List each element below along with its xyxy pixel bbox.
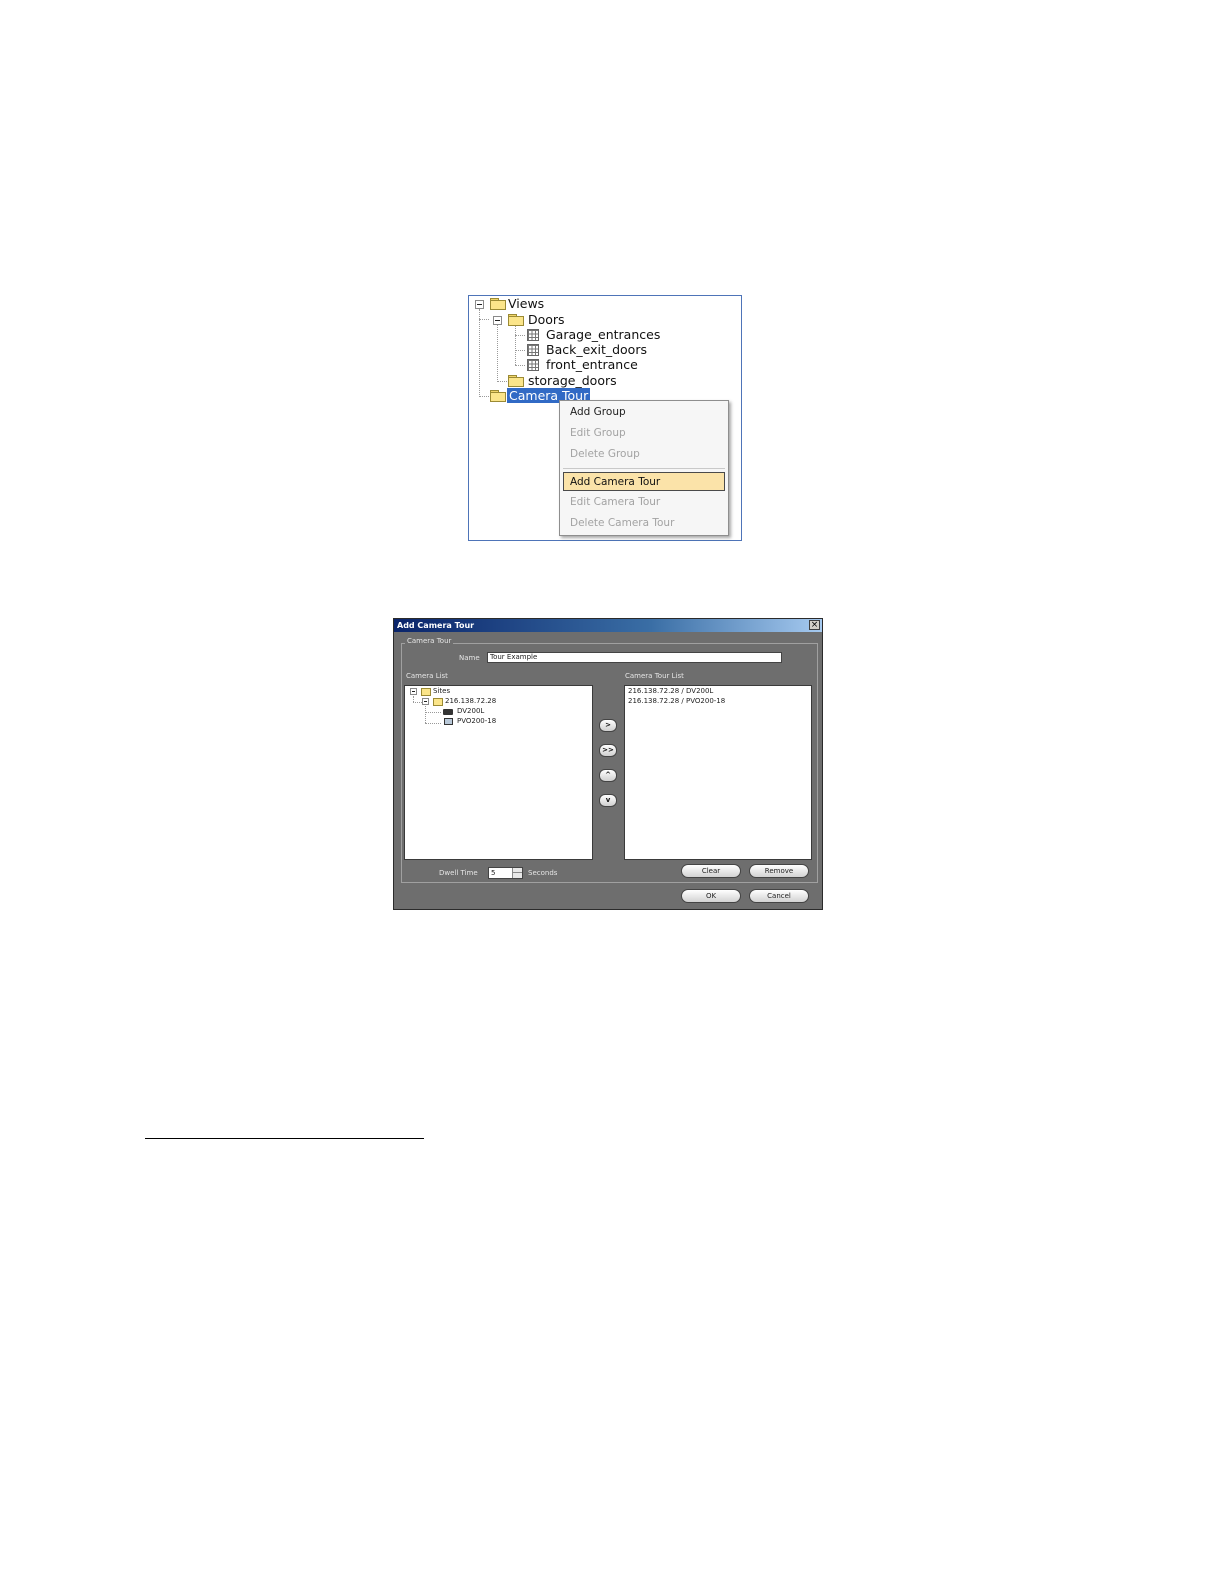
dwell-time-stepper[interactable]: 5 bbox=[488, 867, 523, 879]
tree-node-site[interactable]: 216.138.72.28 bbox=[445, 697, 496, 706]
close-button[interactable]: × bbox=[809, 620, 820, 630]
context-menu: Add Group Edit Group Delete Group Add Ca… bbox=[559, 400, 729, 536]
tree-node-label: storage_doors bbox=[528, 373, 617, 388]
menu-item-label: Add Camera Tour bbox=[570, 476, 661, 488]
collapse-icon[interactable] bbox=[475, 300, 484, 309]
dialog-title: Add Camera Tour bbox=[397, 621, 475, 630]
view-grid-icon bbox=[527, 329, 539, 341]
tree-node-label: Doors bbox=[528, 312, 565, 327]
collapse-icon[interactable] bbox=[410, 688, 417, 695]
camera-list-label: Camera List bbox=[406, 672, 448, 680]
camera-list[interactable]: Sites 216.138.72.28 DV200L PVO200-18 bbox=[404, 685, 593, 860]
tree-node-label: front_entrance bbox=[546, 357, 638, 372]
open-folder-icon bbox=[490, 390, 506, 402]
tree-node-front-entrance[interactable]: front_entrance bbox=[469, 357, 669, 373]
folder-icon bbox=[490, 298, 506, 310]
folder-icon bbox=[433, 698, 443, 706]
folder-icon bbox=[421, 688, 431, 696]
footnote-separator bbox=[145, 1138, 424, 1139]
ok-button[interactable]: OK bbox=[681, 889, 741, 903]
tree-node-camera[interactable]: DV200L bbox=[457, 707, 484, 716]
move-up-button[interactable]: ^ bbox=[599, 769, 617, 782]
camera-tour-list-label: Camera Tour List bbox=[625, 672, 684, 680]
add-all-button[interactable]: >> bbox=[599, 744, 617, 757]
remove-button[interactable]: Remove bbox=[749, 864, 809, 878]
folder-icon bbox=[508, 375, 524, 387]
menu-item-add-group[interactable]: Add Group bbox=[570, 404, 626, 420]
name-input[interactable]: Tour Example bbox=[487, 652, 782, 663]
tree-node-sites[interactable]: Sites bbox=[433, 687, 450, 696]
monitor-icon bbox=[444, 718, 453, 725]
view-grid-icon bbox=[527, 359, 539, 371]
view-grid-icon bbox=[527, 344, 539, 356]
tree-node-label: Back_exit_doors bbox=[546, 342, 647, 357]
camera-tour-list[interactable]: 216.138.72.28 / DV200L 216.138.72.28 / P… bbox=[624, 685, 812, 860]
menu-item-delete-group: Delete Group bbox=[570, 448, 640, 460]
tree-node-storage-doors[interactable]: storage_doors bbox=[469, 373, 669, 389]
spin-arrows-icon[interactable] bbox=[512, 868, 522, 878]
name-label: Name bbox=[459, 654, 480, 662]
list-item[interactable]: 216.138.72.28 / DV200L bbox=[628, 687, 713, 696]
tree-node-views[interactable]: Views bbox=[469, 296, 569, 312]
menu-separator bbox=[563, 468, 725, 469]
folder-icon bbox=[508, 314, 524, 326]
tree-connector bbox=[425, 723, 441, 724]
cancel-button[interactable]: Cancel bbox=[749, 889, 809, 903]
seconds-label: Seconds bbox=[528, 869, 558, 877]
tree-node-camera[interactable]: PVO200-18 bbox=[457, 717, 496, 726]
dwell-time-label: Dwell Time bbox=[439, 869, 478, 877]
tree-node-garage-entrances[interactable]: Garage_entrances bbox=[469, 327, 669, 343]
dialog-title-bar[interactable]: Add Camera Tour × bbox=[394, 619, 822, 632]
add-selected-button[interactable]: > bbox=[599, 719, 617, 732]
clear-button[interactable]: Clear bbox=[681, 864, 741, 878]
dwell-time-value: 5 bbox=[491, 869, 496, 877]
move-down-button[interactable]: v bbox=[599, 794, 617, 807]
tree-node-back-exit-doors[interactable]: Back_exit_doors bbox=[469, 342, 669, 358]
tree-node-doors[interactable]: Doors bbox=[469, 312, 589, 328]
collapse-icon[interactable] bbox=[493, 316, 502, 325]
menu-item-add-camera-tour[interactable]: Add Camera Tour bbox=[563, 472, 725, 491]
add-camera-tour-dialog: Add Camera Tour × Camera Tour Name Tour … bbox=[393, 618, 823, 910]
collapse-icon[interactable] bbox=[422, 698, 429, 705]
tree-node-label: Garage_entrances bbox=[546, 327, 661, 342]
tree-connector bbox=[413, 702, 422, 703]
camera-icon bbox=[443, 709, 453, 715]
group-box-label: Camera Tour bbox=[405, 637, 454, 646]
menu-item-edit-camera-tour: Edit Camera Tour bbox=[570, 496, 661, 508]
menu-item-delete-camera-tour: Delete Camera Tour bbox=[570, 517, 675, 529]
list-item[interactable]: 216.138.72.28 / PVO200-18 bbox=[628, 697, 725, 706]
tree-connector bbox=[425, 706, 426, 723]
menu-item-edit-group: Edit Group bbox=[570, 427, 626, 439]
tree-connector bbox=[425, 712, 441, 713]
tree-node-label: Views bbox=[508, 296, 545, 311]
